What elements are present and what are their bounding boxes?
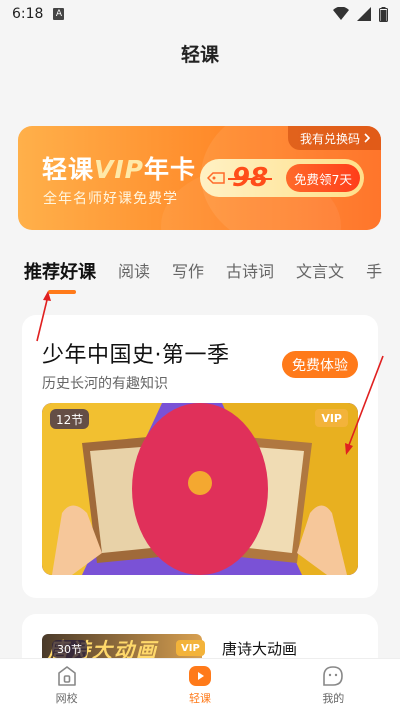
- school-icon: [57, 666, 76, 686]
- nav-label: 轻课: [188, 692, 211, 705]
- redeem-code-label: 我有兑换码: [299, 131, 360, 146]
- vip-card-banner[interactable]: 轻课VIP年卡 全年名师好课免费学 我有兑换码 98 免费领7天: [18, 126, 381, 230]
- banner-title: 轻课VIP年卡: [42, 150, 196, 186]
- course-card[interactable]: 唐诗大动画 30节 VIP 唐诗大动画: [22, 614, 378, 658]
- vip-badge: VIP: [315, 409, 348, 427]
- status-icons: [333, 6, 388, 22]
- page-title: 轻课: [180, 43, 219, 66]
- nav-label: 我的: [322, 692, 345, 705]
- free-trial-7-days-button[interactable]: 免费领7天: [286, 164, 360, 192]
- course-subtitle: 历史长河的有趣知识: [42, 376, 168, 392]
- battery-icon: [379, 6, 388, 22]
- tab-reading[interactable]: 阅读: [118, 258, 150, 282]
- chevron-right-icon: [364, 133, 371, 143]
- active-tab-indicator: [48, 290, 76, 294]
- tab-more[interactable]: 手: [366, 258, 382, 282]
- status-bar: 6:18 A: [0, 0, 400, 28]
- banner-subtitle: 全年名师好课免费学: [43, 191, 178, 207]
- tab-recommended[interactable]: 推荐好课: [24, 258, 96, 294]
- nav-item-profile[interactable]: 我的: [267, 659, 400, 712]
- tab-writing[interactable]: 写作: [172, 258, 204, 282]
- nav-label: 网校: [55, 692, 78, 705]
- status-time: 6:18: [12, 6, 44, 22]
- signal-icon: [357, 7, 371, 21]
- price-value: 98: [227, 163, 273, 193]
- free-trial-button[interactable]: 免费体验: [282, 351, 358, 378]
- tab-classical-chinese[interactable]: 文言文: [296, 258, 344, 282]
- course-cover[interactable]: 12节 VIP: [42, 403, 358, 575]
- price-tag-icon: [206, 168, 226, 188]
- course-title: 少年中国史·第一季: [42, 343, 230, 368]
- tab-ancient-poetry[interactable]: 古诗词: [226, 258, 274, 282]
- course-title: 唐诗大动画: [222, 640, 298, 658]
- play-icon: [188, 666, 211, 686]
- video-play-disc: [132, 403, 268, 575]
- nav-item-light-course[interactable]: 轻课: [133, 659, 266, 712]
- notification-icon: A: [53, 8, 65, 20]
- wifi-icon: [333, 7, 349, 20]
- banner-title-vip: VIP: [94, 155, 144, 184]
- banner-title-suffix: 年卡: [144, 155, 197, 184]
- lessons-count-badge: 12节: [50, 409, 90, 429]
- lessons-count-badge: 30节: [52, 640, 87, 658]
- bottom-navigation: 网校 轻课 我的: [0, 658, 400, 712]
- nav-item-school[interactable]: 网校: [0, 659, 133, 712]
- vip-badge: VIP: [176, 640, 205, 656]
- redeem-code-button[interactable]: 我有兑换码: [287, 126, 381, 150]
- course-card[interactable]: 少年中国史·第一季 历史长河的有趣知识 免费体验 12节 VIP: [22, 315, 378, 598]
- tab-label: 推荐好课: [24, 262, 96, 283]
- category-tabs: 推荐好课 阅读 写作 古诗词 文言文 手: [0, 258, 400, 294]
- title-bar: 轻课: [0, 28, 400, 78]
- profile-icon: [323, 666, 344, 686]
- banner-title-prefix: 轻课: [42, 155, 95, 184]
- main-content[interactable]: 轻课VIP年卡 全年名师好课免费学 我有兑换码 98 免费领7天 推荐好课 阅读…: [0, 78, 400, 658]
- price-pill[interactable]: 98 免费领7天: [200, 159, 364, 197]
